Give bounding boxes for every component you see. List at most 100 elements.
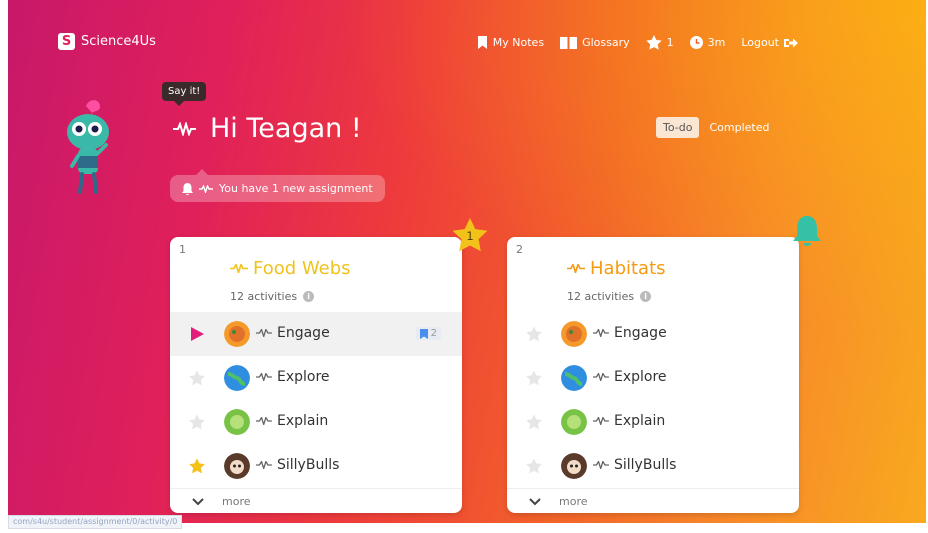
assignment-card-habitats[interactable]: 2 Habitats 12 activities i Engage Explor… xyxy=(507,237,799,513)
book-icon xyxy=(560,37,578,49)
activity-label: SillyBulls xyxy=(256,457,339,473)
speak-icon[interactable] xyxy=(172,121,204,136)
speak-icon[interactable] xyxy=(256,373,272,381)
activity-label-text: Explain xyxy=(277,413,329,429)
timer-label: 3m xyxy=(707,36,726,49)
activity-list: Engage 2 Explore Explain SillyBulls xyxy=(170,312,462,488)
notice-text: You have 1 new assignment xyxy=(219,182,373,195)
card-title: Habitats xyxy=(567,258,666,279)
star-icon xyxy=(645,35,662,50)
bookmark-icon xyxy=(419,328,428,339)
activity-row-engage[interactable]: Engage xyxy=(507,312,799,356)
activity-row-explore[interactable]: Explore xyxy=(507,356,799,400)
new-assignment-notice[interactable]: You have 1 new assignment xyxy=(170,169,385,202)
brand-name: Science4Us xyxy=(81,34,156,49)
assignment-card-food-webs[interactable]: 1 Food Webs 12 activities i Engage 2 Exp… xyxy=(170,237,462,513)
notes-badge[interactable]: 2 xyxy=(415,327,441,340)
activity-label-text: Explore xyxy=(614,369,667,385)
card-number: 1 xyxy=(179,243,186,256)
activity-label: Explain xyxy=(593,413,665,429)
logout-icon xyxy=(784,38,798,47)
chevron-down-icon xyxy=(192,497,204,505)
activity-label-text: Explain xyxy=(614,413,666,429)
activity-count: 12 activities xyxy=(567,290,635,303)
info-icon[interactable]: i xyxy=(303,291,315,302)
timer[interactable]: 3m xyxy=(689,36,726,49)
filter-toggle: To-do Completed xyxy=(656,117,769,138)
sillybulls-icon xyxy=(561,453,587,479)
logout-link[interactable]: Logout xyxy=(741,36,798,49)
completed-tab[interactable]: Completed xyxy=(709,121,769,134)
activity-label: Explore xyxy=(593,369,667,385)
glossary-label: Glossary xyxy=(582,36,630,49)
speak-icon[interactable] xyxy=(593,417,609,425)
glossary-link[interactable]: Glossary xyxy=(560,36,630,49)
brand[interactable]: S Science4Us xyxy=(58,33,156,50)
explore-icon xyxy=(224,365,250,391)
activity-label: Engage xyxy=(593,325,667,341)
activity-label: Explain xyxy=(256,413,328,429)
activity-row-sillybulls[interactable]: SillyBulls xyxy=(507,444,799,488)
activity-label-text: SillyBulls xyxy=(614,457,677,473)
notes-count: 2 xyxy=(430,328,437,339)
info-icon[interactable]: i xyxy=(640,291,652,302)
more-toggle[interactable]: more xyxy=(507,488,799,514)
stars-counter[interactable]: 1 xyxy=(645,35,674,50)
card-title: Food Webs xyxy=(230,258,351,279)
activity-label-text: Engage xyxy=(277,325,330,341)
more-label: more xyxy=(222,495,251,508)
explain-icon xyxy=(224,409,250,435)
speak-icon[interactable] xyxy=(567,264,585,273)
more-toggle[interactable]: more xyxy=(170,488,462,514)
completion-star-badge: 1 xyxy=(452,218,488,256)
speak-icon[interactable] xyxy=(230,264,248,273)
speak-icon[interactable] xyxy=(256,329,272,337)
speak-icon[interactable] xyxy=(593,461,609,469)
activity-row-explain[interactable]: Explain xyxy=(170,400,462,444)
top-bar: S Science4Us My Notes Glossary 1 3m Logo… xyxy=(8,0,926,88)
card-subtitle: 12 activities i xyxy=(567,290,652,303)
activity-row-engage[interactable]: Engage 2 xyxy=(170,312,462,356)
speak-icon[interactable] xyxy=(593,329,609,337)
empty-star-icon xyxy=(526,414,542,430)
card-subtitle: 12 activities i xyxy=(230,290,315,303)
star-badge-count: 1 xyxy=(466,229,474,243)
activity-label-text: SillyBulls xyxy=(277,457,340,473)
empty-star-icon xyxy=(189,370,205,386)
status-bar-url: com/s4u/student/assignment/0/activity/0 xyxy=(8,515,183,529)
speak-icon[interactable] xyxy=(199,184,213,193)
activity-list: Engage Explore Explain SillyBulls xyxy=(507,312,799,488)
speak-icon[interactable] xyxy=(256,461,272,469)
empty-star-icon xyxy=(526,458,542,474)
empty-star-icon xyxy=(189,414,205,430)
stars-count: 1 xyxy=(666,36,674,49)
app-window: S Science4Us My Notes Glossary 1 3m Logo… xyxy=(8,0,926,523)
todo-tab[interactable]: To-do xyxy=(656,117,700,138)
clock-icon xyxy=(689,36,703,49)
my-notes-link[interactable]: My Notes xyxy=(477,36,544,49)
activity-label: SillyBulls xyxy=(593,457,676,473)
activity-count: 12 activities xyxy=(230,290,298,303)
activity-label-text: Explore xyxy=(277,369,330,385)
engage-icon xyxy=(561,321,587,347)
my-notes-label: My Notes xyxy=(492,36,545,49)
speak-icon[interactable] xyxy=(256,417,272,425)
activity-row-explore[interactable]: Explore xyxy=(170,356,462,400)
logout-label: Logout xyxy=(741,36,779,49)
play-icon[interactable] xyxy=(189,326,205,342)
bookmark-icon xyxy=(477,36,487,49)
bell-badge-icon xyxy=(793,215,821,251)
card-title-text: Habitats xyxy=(590,258,666,279)
card-number: 2 xyxy=(516,243,523,256)
bell-icon xyxy=(182,182,193,195)
card-title-text: Food Webs xyxy=(253,258,351,279)
empty-star-icon xyxy=(526,326,542,342)
activity-row-explain[interactable]: Explain xyxy=(507,400,799,444)
explain-icon xyxy=(561,409,587,435)
say-it-tooltip: Say it! xyxy=(162,82,207,106)
speak-icon[interactable] xyxy=(593,373,609,381)
explore-icon xyxy=(561,365,587,391)
chevron-down-icon xyxy=(529,497,541,505)
activity-row-sillybulls[interactable]: SillyBulls xyxy=(170,444,462,488)
sillybulls-icon xyxy=(224,453,250,479)
